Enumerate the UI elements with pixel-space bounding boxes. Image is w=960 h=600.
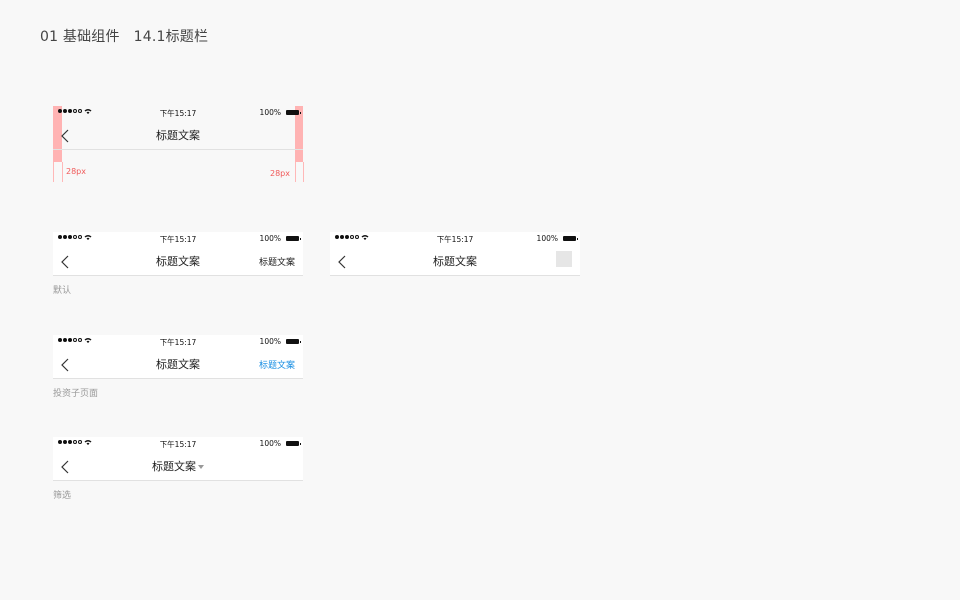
battery-icon — [563, 236, 578, 241]
left-guide-line — [53, 162, 54, 182]
left-spacing-label: 28px — [66, 167, 86, 176]
nav-title: 标题文案 — [156, 129, 200, 142]
right-spacing-label: 28px — [270, 169, 290, 178]
caption-default: 默认 — [53, 286, 72, 296]
status-bar: 下午15:17 100% — [330, 232, 580, 246]
battery-icon — [286, 441, 301, 446]
battery-percent: 100% — [259, 439, 281, 448]
caption-filter: 筛选 — [53, 491, 72, 501]
caret-down-icon — [198, 465, 204, 469]
battery-percent: 100% — [536, 234, 558, 243]
battery-percent: 100% — [259, 108, 281, 117]
battery-percent: 100% — [259, 337, 281, 346]
status-bar: 下午15:17 100% — [53, 437, 303, 451]
left-guide-line-inner — [62, 162, 63, 182]
spec-title-bar: 下午15:17 100% 标题文案 — [53, 106, 303, 150]
right-guide-line-inner — [295, 162, 296, 182]
title-bar-filter: 下午15:17 100% 标题文案 — [53, 437, 303, 481]
battery-icon — [286, 339, 301, 344]
nav-title: 标题文案 — [433, 255, 477, 268]
battery-icon — [286, 236, 301, 241]
right-action-link[interactable]: 标题文案 — [259, 358, 295, 371]
status-bar: 下午15:17 100% — [53, 232, 303, 246]
battery-icon — [286, 110, 301, 115]
right-guide-line — [303, 162, 304, 182]
placeholder-square-icon[interactable] — [556, 251, 572, 267]
status-bar: 下午15:17 100% — [53, 335, 303, 349]
filter-dropdown[interactable]: 标题文案 — [53, 458, 303, 474]
title-bar-default: 下午15:17 100% 标题文案 标题文案 — [53, 232, 303, 276]
page-title: 01 基础组件 14.1标题栏 — [40, 29, 209, 45]
title-bar-invest: 下午15:17 100% 标题文案 标题文案 — [53, 335, 303, 379]
battery-percent: 100% — [259, 234, 281, 243]
status-bar: 下午15:17 100% — [53, 106, 303, 120]
right-action-button[interactable]: 标题文案 — [259, 255, 295, 268]
title-bar-icon: 下午15:17 100% 标题文案 — [330, 232, 580, 276]
nav-title: 标题文案 — [152, 460, 196, 473]
caption-invest: 投资子页面 — [53, 389, 99, 399]
